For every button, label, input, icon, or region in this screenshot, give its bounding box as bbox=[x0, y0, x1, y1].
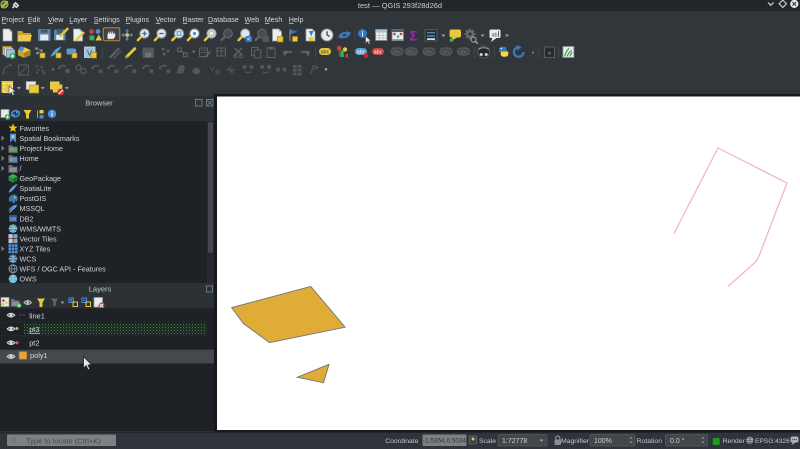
svg-text:i: i bbox=[51, 112, 53, 119]
svg-text:Σ: Σ bbox=[410, 29, 418, 44]
svg-text:DB: DB bbox=[10, 217, 16, 222]
svg-text:abc: abc bbox=[321, 49, 330, 55]
svg-text:MSSQL: MSSQL bbox=[20, 204, 45, 213]
svg-text:Mesh: Mesh bbox=[265, 15, 283, 24]
svg-text:Vector: Vector bbox=[156, 15, 177, 24]
svg-text:pt3: pt3 bbox=[29, 325, 39, 334]
svg-text:>: > bbox=[548, 51, 551, 57]
svg-text:Help: Help bbox=[289, 15, 304, 24]
svg-text:Settings: Settings bbox=[94, 15, 120, 24]
svg-text:abc: abc bbox=[425, 49, 434, 55]
svg-text:Magnifier: Magnifier bbox=[561, 438, 590, 445]
svg-text:Web: Web bbox=[245, 15, 260, 24]
svg-text:Spatial Bookmarks: Spatial Bookmarks bbox=[20, 134, 80, 143]
svg-text:100%: 100% bbox=[594, 438, 612, 445]
svg-text:Raster: Raster bbox=[183, 15, 205, 24]
svg-text:pt2: pt2 bbox=[29, 339, 39, 348]
svg-text:Home: Home bbox=[20, 154, 39, 163]
svg-text:Rotation: Rotation bbox=[637, 438, 663, 445]
svg-text:View: View bbox=[48, 15, 64, 24]
svg-text:Database: Database bbox=[208, 15, 239, 24]
svg-text:WFS / OGC API - Features: WFS / OGC API - Features bbox=[20, 265, 107, 274]
svg-text:Project Home: Project Home bbox=[20, 144, 64, 153]
svg-text:SpatiaLite: SpatiaLite bbox=[20, 184, 52, 193]
svg-text:PostGIS: PostGIS bbox=[20, 194, 47, 203]
svg-text:WMS/WMTS: WMS/WMTS bbox=[20, 224, 62, 233]
svg-text:i: i bbox=[362, 31, 364, 38]
svg-text:EPSG:4326: EPSG:4326 bbox=[755, 438, 790, 445]
svg-text:GeoPackage: GeoPackage bbox=[20, 174, 62, 183]
svg-text:<: < bbox=[247, 37, 251, 43]
svg-text:line1: line1 bbox=[29, 311, 45, 320]
svg-text:Coordinate: Coordinate bbox=[385, 438, 418, 445]
svg-text:V: V bbox=[209, 65, 214, 74]
svg-text:XYZ Tiles: XYZ Tiles bbox=[20, 244, 51, 253]
svg-text:Browser: Browser bbox=[85, 99, 113, 108]
svg-text:Type to locate (Ctrl+K): Type to locate (Ctrl+K) bbox=[26, 436, 101, 445]
svg-text:0.0 °: 0.0 ° bbox=[670, 437, 685, 445]
svg-text:Plugins: Plugins bbox=[126, 15, 150, 24]
svg-text:abc: abc bbox=[374, 49, 383, 55]
svg-text:Layers: Layers bbox=[89, 285, 112, 294]
svg-text:poly1: poly1 bbox=[30, 351, 48, 360]
svg-text:test — QGIS 293f28d26d: test — QGIS 293f28d26d bbox=[358, 1, 442, 10]
svg-text:OWS: OWS bbox=[20, 275, 37, 284]
svg-text:Project: Project bbox=[2, 15, 24, 24]
svg-text:Scale: Scale bbox=[479, 438, 496, 445]
svg-text:abc: abc bbox=[459, 49, 468, 55]
svg-text:abc: abc bbox=[407, 49, 416, 55]
svg-text:Vector Tiles: Vector Tiles bbox=[20, 234, 58, 243]
svg-text:ab: ab bbox=[491, 32, 497, 38]
svg-text:Edit: Edit bbox=[28, 15, 40, 24]
svg-text:Layer: Layer bbox=[69, 15, 88, 24]
svg-text:DB2: DB2 bbox=[20, 214, 34, 223]
svg-text:Favorites: Favorites bbox=[20, 124, 50, 133]
svg-text:abc: abc bbox=[442, 49, 451, 55]
svg-text:-1.5354,0.5034: -1.5354,0.5034 bbox=[423, 438, 466, 445]
svg-text:WCS: WCS bbox=[20, 254, 37, 263]
svg-text:abc: abc bbox=[393, 49, 402, 55]
svg-text:1:72778: 1:72778 bbox=[502, 438, 527, 445]
svg-text:/: / bbox=[20, 164, 22, 173]
svg-text:Render: Render bbox=[723, 438, 746, 445]
